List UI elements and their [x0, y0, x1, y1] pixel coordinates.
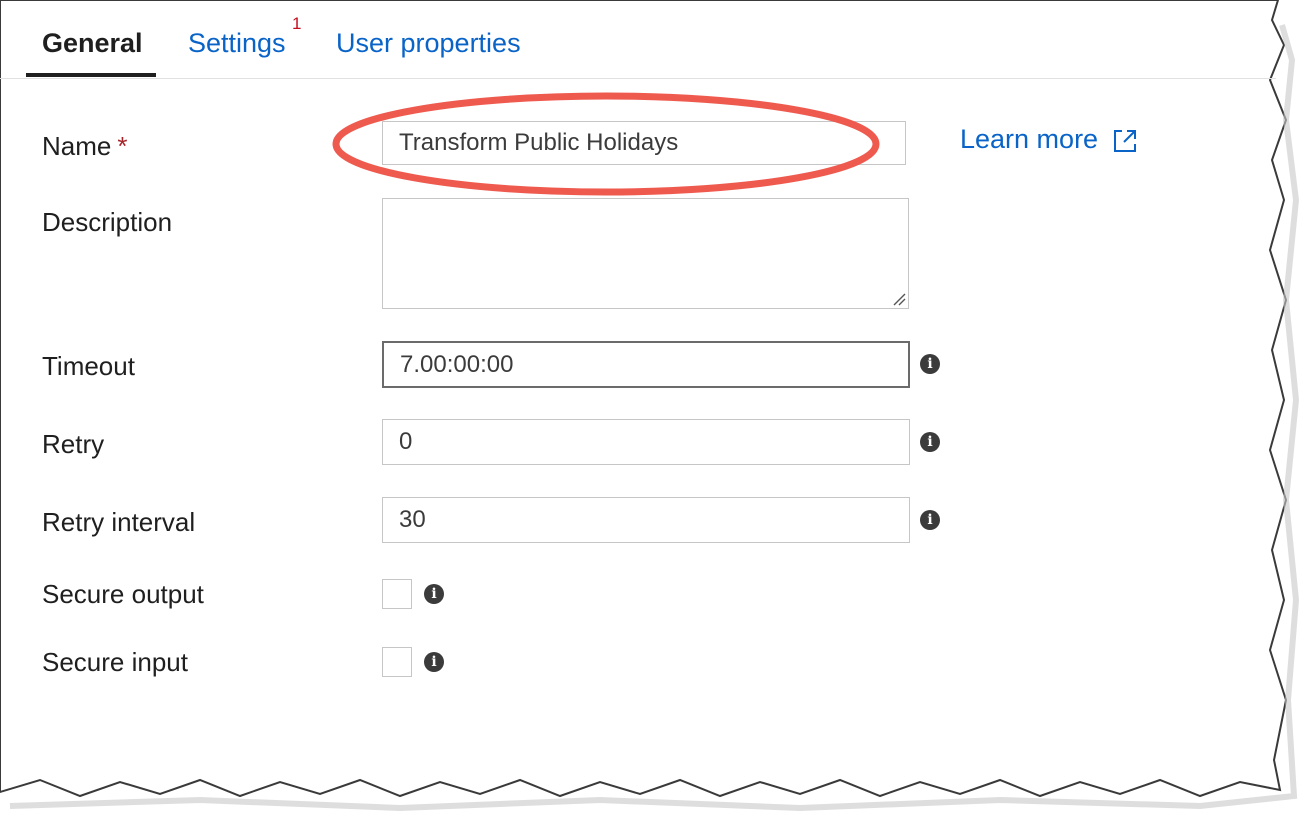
name-input[interactable] [382, 121, 906, 165]
retry-interval-info-icon[interactable]: i [920, 510, 940, 530]
learn-more-link[interactable]: Learn more [960, 124, 1098, 155]
resize-grip-icon[interactable] [892, 292, 906, 306]
name-label-text: Name [42, 131, 112, 161]
required-asterisk: * [117, 131, 128, 161]
description-textarea[interactable] [382, 198, 909, 309]
external-link-icon[interactable] [1112, 128, 1138, 154]
secure-output-info-icon[interactable]: i [424, 584, 444, 604]
retry-info-icon[interactable]: i [920, 432, 940, 452]
retry-label: Retry [42, 429, 105, 459]
tab-user-properties[interactable]: User properties [336, 26, 521, 60]
description-label: Description [42, 207, 173, 237]
timeout-info-icon[interactable]: i [920, 354, 940, 374]
secure-output-label: Secure output [42, 579, 204, 609]
timeout-input[interactable] [382, 341, 910, 388]
tab-bar: General Settings 1 User properties [0, 0, 1276, 79]
secure-input-checkbox[interactable] [382, 647, 412, 677]
settings-error-badge: 1 [292, 14, 302, 33]
retry-interval-label: Retry interval [42, 507, 196, 537]
active-tab-indicator [26, 73, 156, 77]
retry-input[interactable] [382, 419, 910, 465]
secure-input-label: Secure input [42, 647, 188, 677]
secure-input-info-icon[interactable]: i [424, 652, 444, 672]
activity-properties-panel: General Settings 1 User properties Name *… [0, 0, 1290, 790]
tab-settings[interactable]: Settings [188, 26, 286, 60]
retry-interval-input[interactable] [382, 497, 910, 543]
tab-general[interactable]: General [42, 26, 143, 60]
secure-output-checkbox[interactable] [382, 579, 412, 609]
name-label: Name * [42, 130, 127, 162]
timeout-label: Timeout [42, 351, 135, 381]
